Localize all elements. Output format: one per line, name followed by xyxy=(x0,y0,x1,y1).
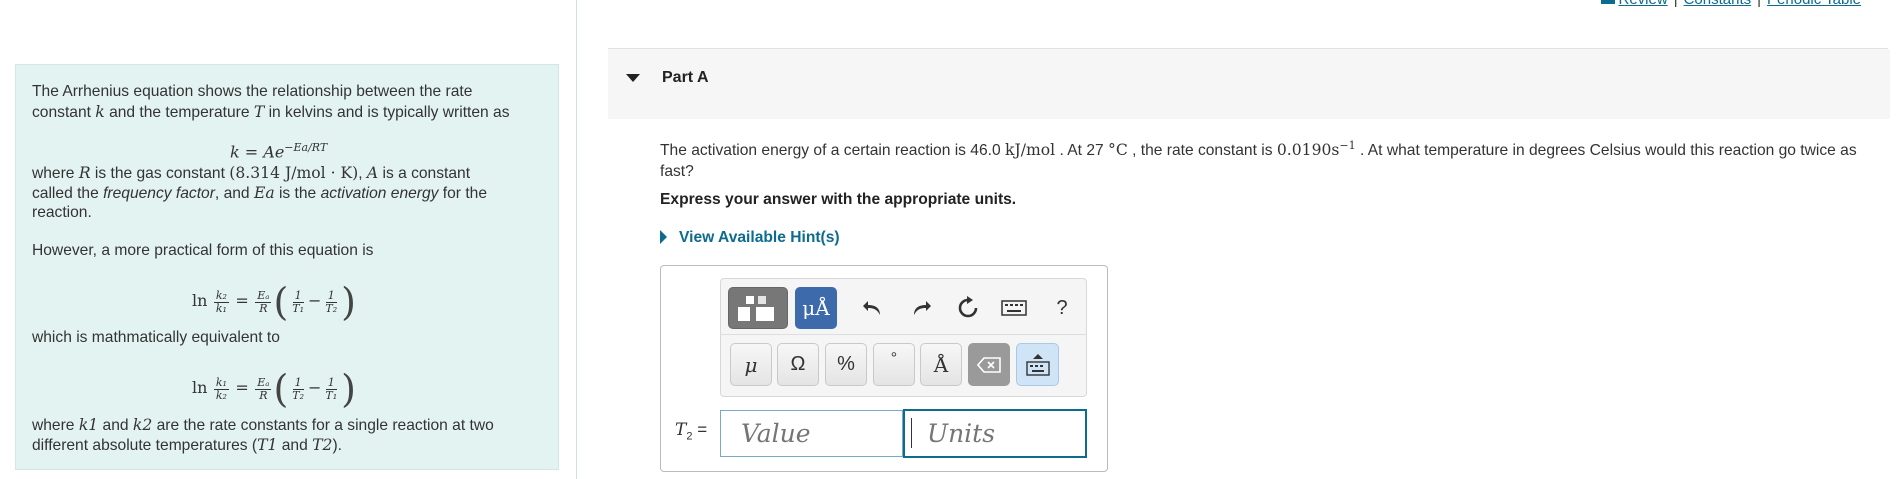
undo-icon xyxy=(863,301,880,315)
delete-button[interactable] xyxy=(968,343,1010,386)
templates-icon xyxy=(738,296,774,321)
intro-line-6: However, a more practical form of this e… xyxy=(32,242,374,259)
intro-line-9: different absolute temperatures (T1 and … xyxy=(32,436,342,454)
units-button[interactable]: μÅ xyxy=(795,287,837,329)
intro-line-8: where k1 and k2 are the rate constants f… xyxy=(32,416,494,434)
templates-button[interactable] xyxy=(728,287,788,329)
reset-button[interactable] xyxy=(953,290,983,326)
intro-line-7: which is mathmatically equivalent to xyxy=(32,329,280,346)
collapse-caret-icon[interactable] xyxy=(626,74,640,82)
keyboard-toggle-button[interactable] xyxy=(1016,343,1059,386)
intro-line-2: constant k and the temperature T in kelv… xyxy=(32,103,510,121)
resource-links: Review|Constants|Periodic Table xyxy=(1600,0,1861,8)
text-cursor xyxy=(911,418,912,448)
percent-button[interactable]: % xyxy=(825,343,867,386)
toolbar-divider xyxy=(720,334,1087,335)
intro-line-3: where R is the gas constant (8.314 J/mol… xyxy=(32,164,471,182)
hint-caret-icon[interactable] xyxy=(660,230,667,244)
degree-button[interactable]: ° xyxy=(873,343,915,386)
intro-line-1: The Arrhenius equation shows the relatio… xyxy=(32,83,473,100)
practical-equation: ln k₂ k₁ = Eₐ R(1 T₁ −1 T₂) xyxy=(192,280,356,324)
constants-link[interactable]: Constants xyxy=(1684,0,1752,8)
periodic-table-link[interactable]: Periodic Table xyxy=(1767,0,1861,8)
answer-label: T2 = xyxy=(675,420,708,443)
angstrom-button[interactable]: Å xyxy=(920,343,962,386)
omega-button[interactable]: Ω xyxy=(777,343,819,386)
review-link[interactable]: Review xyxy=(1619,0,1668,8)
equivalent-equation: ln k₁ k₂ = Eₐ R(1 T₂ −1 T₁) xyxy=(192,367,356,411)
part-header[interactable] xyxy=(608,49,1890,119)
reset-icon xyxy=(958,296,978,318)
answer-instruction: Express your answer with the appropriate… xyxy=(660,191,1017,208)
undo-button[interactable] xyxy=(858,290,888,326)
backspace-icon xyxy=(977,356,1001,373)
redo-icon xyxy=(914,301,931,315)
intro-line-5: reaction. xyxy=(32,204,92,221)
intro-line-4: called the frequency factor, and Ea is t… xyxy=(32,184,487,202)
keyboard-toggle-icon xyxy=(1025,353,1050,376)
question-text: The activation energy of a certain react… xyxy=(660,139,1857,181)
view-hints-link[interactable]: View Available Hint(s) xyxy=(679,229,840,247)
mu-button[interactable]: μ xyxy=(730,343,772,386)
value-input[interactable] xyxy=(720,410,903,457)
arrhenius-equation: k = Ae−Ea/RT xyxy=(230,141,328,162)
keyboard-icon xyxy=(1001,300,1027,316)
panel-divider xyxy=(576,0,577,479)
redo-button[interactable] xyxy=(906,290,936,326)
keyboard-shortcuts-button[interactable] xyxy=(998,290,1030,326)
part-title: Part A xyxy=(662,69,709,86)
review-book-icon xyxy=(1600,0,1615,5)
units-input[interactable] xyxy=(903,409,1087,458)
help-button[interactable]: ? xyxy=(1048,290,1076,326)
